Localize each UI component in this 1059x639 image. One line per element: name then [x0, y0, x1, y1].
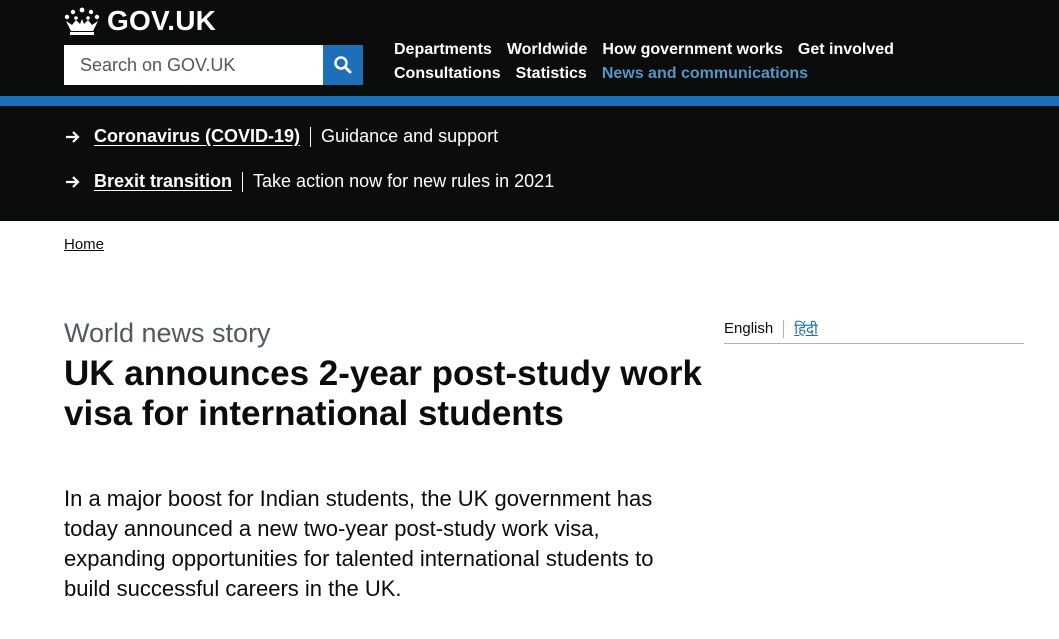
brexit-link[interactable]: Brexit transition: [94, 171, 232, 192]
search-button[interactable]: [323, 45, 363, 85]
breadcrumb: Home: [64, 236, 104, 253]
header-blue-bar: [0, 96, 1059, 106]
site-header: GOV.UK Departments Worldwide How governm…: [0, 0, 1059, 96]
nav-how-government-works[interactable]: How government works: [602, 41, 782, 58]
crown-icon: [64, 7, 100, 35]
nav-worldwide[interactable]: Worldwide: [507, 41, 588, 58]
language-switcher: English हिंदी: [724, 314, 1024, 344]
document-type-caption: World news story: [64, 318, 271, 348]
page-title: UK announces 2-year post-study work visa…: [64, 354, 702, 433]
coronavirus-description: Guidance and support: [321, 126, 499, 146]
global-bar-item-brexit: Brexit transition Take action now for ne…: [64, 171, 554, 192]
govuk-logo-link[interactable]: GOV.UK: [64, 6, 216, 36]
search-input[interactable]: [64, 45, 323, 85]
nav-news-and-communications[interactable]: News and communications: [602, 65, 808, 82]
current-language: English: [724, 320, 774, 337]
separator: [310, 126, 312, 147]
language-link-hindi[interactable]: हिंदी: [794, 319, 818, 339]
nav-consultations[interactable]: Consultations: [394, 65, 501, 82]
coronavirus-link[interactable]: Coronavirus (COVID-19): [94, 126, 300, 147]
search-icon: [334, 56, 352, 74]
search-form: [64, 45, 363, 85]
brexit-description: Take action now for new rules in 2021: [253, 171, 555, 191]
logo-text: GOV.UK: [107, 5, 217, 36]
global-bar-item-coronavirus: Coronavirus (COVID-19) Guidance and supp…: [64, 126, 498, 147]
separator: [783, 319, 785, 338]
lead-paragraph: In a major boost for Indian students, th…: [64, 486, 654, 601]
main-navigation: Departments Worldwide How government wor…: [394, 38, 914, 86]
nav-statistics[interactable]: Statistics: [516, 65, 587, 82]
nav-get-involved[interactable]: Get involved: [798, 41, 894, 58]
separator: [242, 171, 244, 192]
arrow-right-icon: [64, 127, 94, 147]
global-bar: Coronavirus (COVID-19) Guidance and supp…: [0, 106, 1059, 221]
nav-departments[interactable]: Departments: [394, 41, 492, 58]
breadcrumb-home-link[interactable]: Home: [64, 236, 104, 253]
arrow-right-icon: [64, 172, 94, 192]
